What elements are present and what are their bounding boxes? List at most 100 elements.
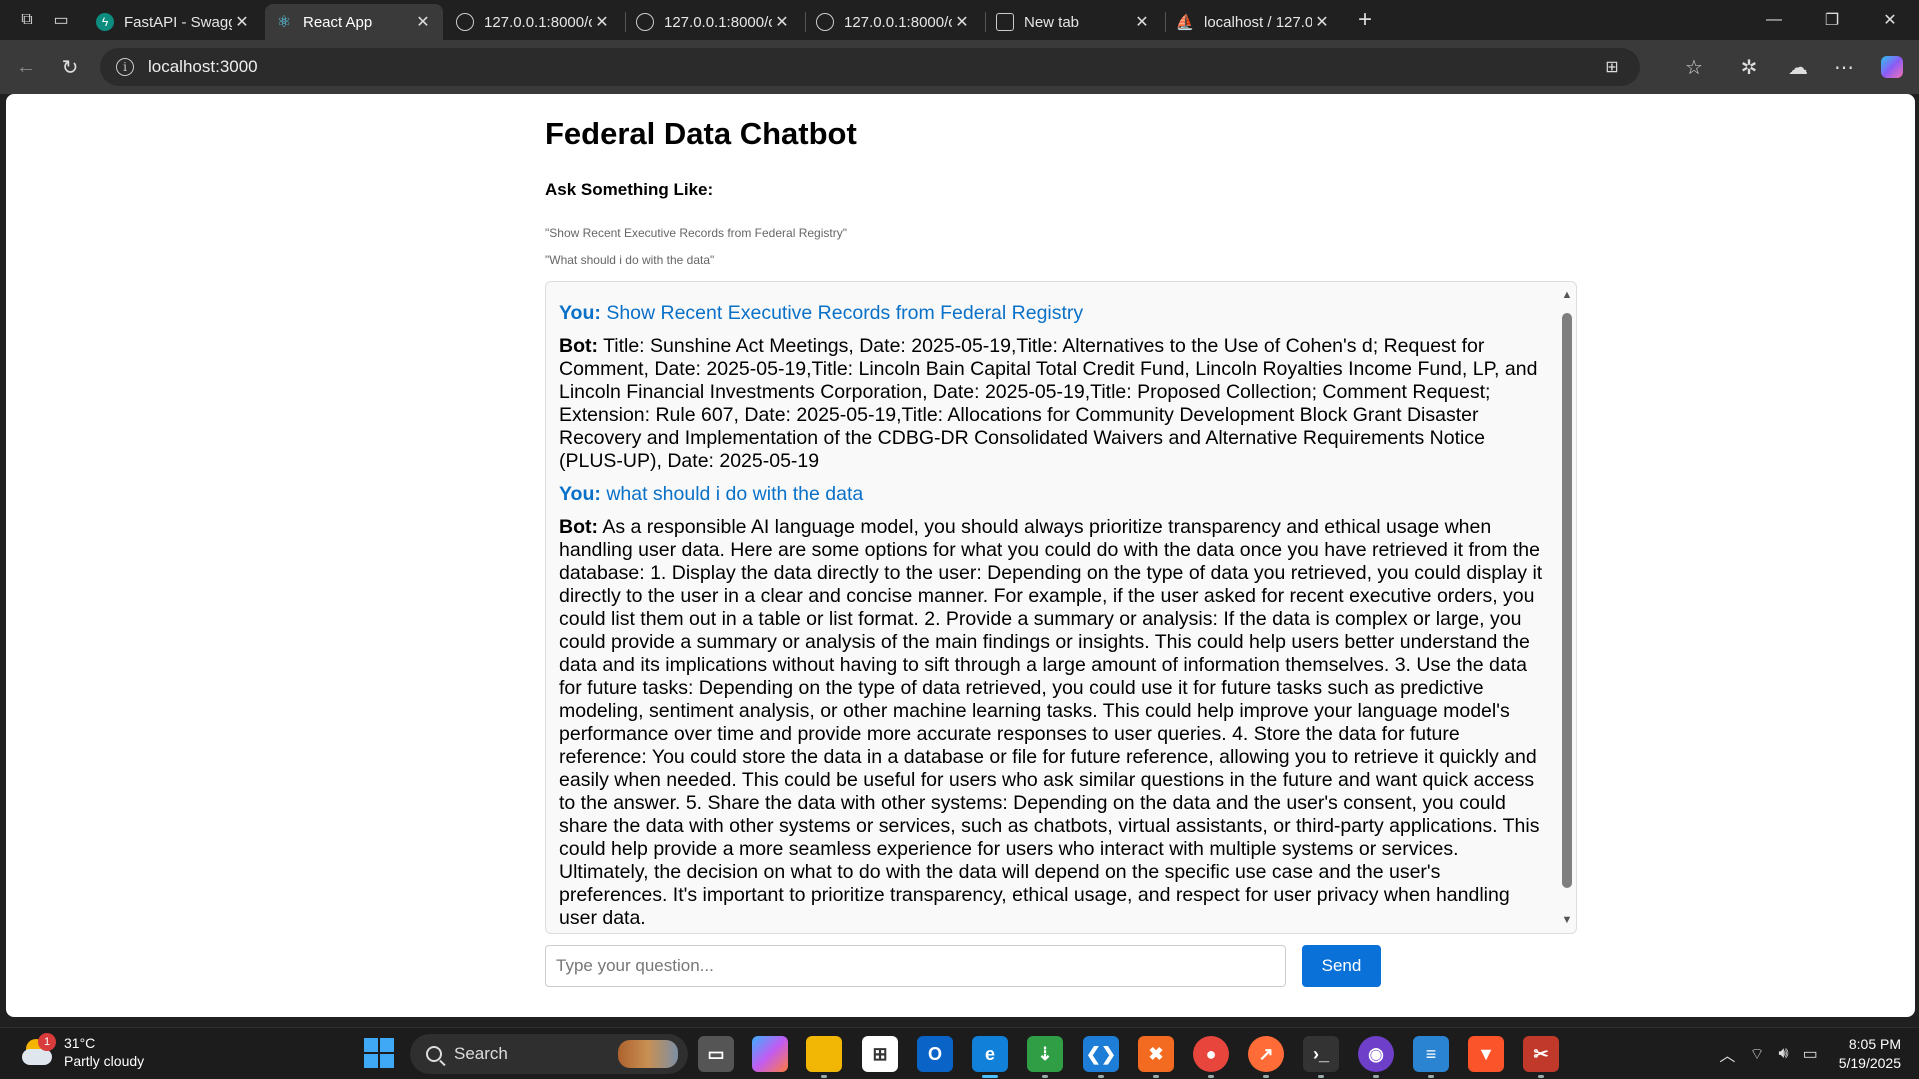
- address-url[interactable]: localhost:3000: [148, 57, 258, 77]
- restore-icon[interactable]: ❐: [1803, 0, 1861, 40]
- wifi-icon[interactable]: ⌔: [1749, 1044, 1764, 1064]
- close-tab-icon[interactable]: ✕: [413, 12, 433, 32]
- user-message: You: Show Recent Executive Records from …: [559, 302, 1549, 325]
- tab-fastapi-swagger[interactable]: ϟ FastAPI - Swagger UI ✕: [86, 4, 262, 40]
- question-input[interactable]: [545, 945, 1286, 987]
- show-hidden-icons-icon[interactable]: ︿: [1719, 1042, 1735, 1066]
- tab-title: 127.0.0.1:8000/chat?q: [664, 13, 772, 31]
- browser-tab-strip: ⧉ ▭ ϟ FastAPI - Swagger UI ✕ ⚛ React App…: [0, 0, 1919, 40]
- settings-more-icon[interactable]: ⋯: [1828, 51, 1860, 83]
- message-text: Show Recent Executive Records from Feder…: [606, 302, 1084, 324]
- new-tab-button[interactable]: +: [1350, 6, 1380, 34]
- chat-messages: You: Show Recent Executive Records from …: [559, 302, 1549, 933]
- tab-react-app[interactable]: ⚛ React App ✕: [265, 4, 443, 40]
- globe-icon: [816, 13, 834, 31]
- tab-phpmyadmin[interactable]: ⛵ localhost / 127.0.0.1 / ✕: [1166, 4, 1342, 40]
- clock-time: 8:05 PM: [1848, 1036, 1901, 1052]
- copilot-app-icon[interactable]: [752, 1036, 788, 1072]
- message-sender: Bot:: [559, 516, 598, 538]
- question-form: Send: [545, 945, 1577, 987]
- workspaces-icon[interactable]: ⧉: [12, 6, 42, 34]
- favorite-star-icon[interactable]: ☆: [1678, 51, 1710, 83]
- notification-badge: 1: [38, 1033, 56, 1051]
- tab-chat-2[interactable]: 127.0.0.1:8000/chat ✕: [806, 4, 982, 40]
- message-sender: You:: [559, 302, 601, 324]
- volume-icon[interactable]: 🔊︎: [1778, 1045, 1788, 1063]
- vertical-tabs-icon[interactable]: ▭: [46, 6, 76, 34]
- close-tab-icon[interactable]: ✕: [952, 12, 972, 32]
- globe-icon: [456, 13, 474, 31]
- close-window-icon[interactable]: ✕: [1861, 0, 1919, 40]
- tab-title: React App: [303, 13, 373, 31]
- snipping-tool-icon[interactable]: ✂: [1523, 1036, 1559, 1078]
- ask-label: Ask Something Like:: [545, 180, 714, 199]
- weather-widget[interactable]: 1 31°C Partly cloudy: [20, 1033, 145, 1070]
- app-available-icon[interactable]: ⊞: [1596, 51, 1628, 83]
- minimize-icon[interactable]: —: [1745, 0, 1803, 40]
- start-button-icon[interactable]: [364, 1038, 394, 1068]
- close-tab-icon[interactable]: ✕: [1132, 12, 1152, 32]
- app-installer-icon[interactable]: ⇣: [1027, 1036, 1063, 1078]
- bot-message: Bot: Title: Sunshine Act Meetings, Date:…: [559, 335, 1549, 473]
- taskbar-search[interactable]: Search: [410, 1034, 688, 1074]
- close-tab-icon[interactable]: ✕: [232, 12, 252, 32]
- tab-chat-1[interactable]: 127.0.0.1:8000/chat ✕: [446, 4, 622, 40]
- browser-toolbar: ← ↻ i localhost:3000 ⊞ ☆ ✲ ☁ ⋯: [0, 40, 1919, 94]
- brave-browser-icon[interactable]: ▼: [1468, 1036, 1504, 1072]
- search-label: Search: [454, 1044, 508, 1063]
- scrollbar-thumb[interactable]: [1562, 313, 1572, 888]
- terminal-icon[interactable]: ›_: [1303, 1036, 1339, 1078]
- vscode-icon[interactable]: ❮❯: [1083, 1036, 1119, 1078]
- tab-title: New tab: [1024, 13, 1080, 31]
- bot-message: Bot: As a responsible AI language model,…: [559, 516, 1549, 930]
- tab-new-tab[interactable]: New tab ✕: [986, 4, 1162, 40]
- message-text: As a responsible AI language model, you …: [559, 516, 1543, 929]
- task-view-icon[interactable]: ▭: [698, 1036, 734, 1072]
- close-tab-icon[interactable]: ✕: [592, 12, 612, 32]
- windows-taskbar: 1 31°C Partly cloudy Search ▭ ⊞ O e ⇣ ❮❯…: [0, 1027, 1919, 1079]
- user-message: You: what should i do with the data: [559, 483, 1549, 506]
- outlook-icon[interactable]: O: [917, 1036, 953, 1072]
- phpmyadmin-favicon-icon: ⛵: [1175, 14, 1195, 31]
- chat-scrollbar[interactable]: ▲ ▼: [1558, 282, 1576, 933]
- chrome-icon[interactable]: ●: [1193, 1036, 1229, 1078]
- tab-title: FastAPI - Swagger UI: [124, 13, 232, 31]
- chat-history[interactable]: You: Show Recent Executive Records from …: [545, 281, 1577, 934]
- new-tab-page-icon: [996, 13, 1014, 31]
- globe-icon: [636, 13, 654, 31]
- site-info-icon[interactable]: i: [116, 58, 134, 76]
- edge-browser-icon[interactable]: e: [972, 1036, 1008, 1078]
- close-tab-icon[interactable]: ✕: [1312, 12, 1332, 32]
- scroll-down-icon[interactable]: ▼: [1561, 914, 1573, 926]
- close-tab-icon[interactable]: ✕: [772, 12, 792, 32]
- message-text: Title: Sunshine Act Meetings, Date: 2025…: [559, 335, 1538, 472]
- search-highlight-icon: [618, 1040, 678, 1068]
- refresh-icon[interactable]: ↻: [54, 51, 86, 83]
- message-sender: You:: [559, 483, 601, 505]
- clock[interactable]: 8:05 PM 5/19/2025: [1839, 1035, 1901, 1073]
- xampp-icon[interactable]: ✖: [1138, 1036, 1174, 1078]
- battery-icon[interactable]: ▭: [1803, 1044, 1818, 1064]
- back-icon[interactable]: ←: [10, 51, 42, 83]
- scroll-up-icon[interactable]: ▲: [1561, 289, 1573, 301]
- browser-essentials-icon[interactable]: ☁: [1782, 51, 1814, 83]
- postman-icon[interactable]: ↗: [1248, 1036, 1284, 1078]
- tab-title: localhost / 127.0.0.1 /: [1204, 13, 1312, 31]
- react-favicon-icon: ⚛: [276, 14, 292, 31]
- weather-temp: 31°C: [64, 1035, 96, 1051]
- file-explorer-icon[interactable]: [806, 1036, 842, 1078]
- notepad-icon[interactable]: ≡: [1413, 1036, 1449, 1078]
- send-button[interactable]: Send: [1302, 945, 1381, 987]
- extensions-icon[interactable]: ✲: [1733, 51, 1765, 83]
- tab-title: 127.0.0.1:8000/chat: [844, 13, 952, 31]
- tab-chat-query[interactable]: 127.0.0.1:8000/chat?q ✕: [626, 4, 802, 40]
- weather-condition: Partly cloudy: [64, 1053, 145, 1069]
- github-desktop-icon[interactable]: ◉: [1358, 1036, 1394, 1078]
- example-prompt: "What should i do with the data": [545, 253, 715, 267]
- address-bar[interactable]: i localhost:3000: [100, 48, 1640, 86]
- microsoft-store-icon[interactable]: ⊞: [862, 1036, 898, 1072]
- page-viewport: Federal Data Chatbot Ask Something Like:…: [6, 94, 1915, 1017]
- system-tray: ︿ ⌔ 🔊︎ ▭ 8:05 PM 5/19/2025: [1712, 1028, 1919, 1079]
- clock-date: 5/19/2025: [1838, 1055, 1901, 1071]
- copilot-icon[interactable]: [1876, 51, 1908, 83]
